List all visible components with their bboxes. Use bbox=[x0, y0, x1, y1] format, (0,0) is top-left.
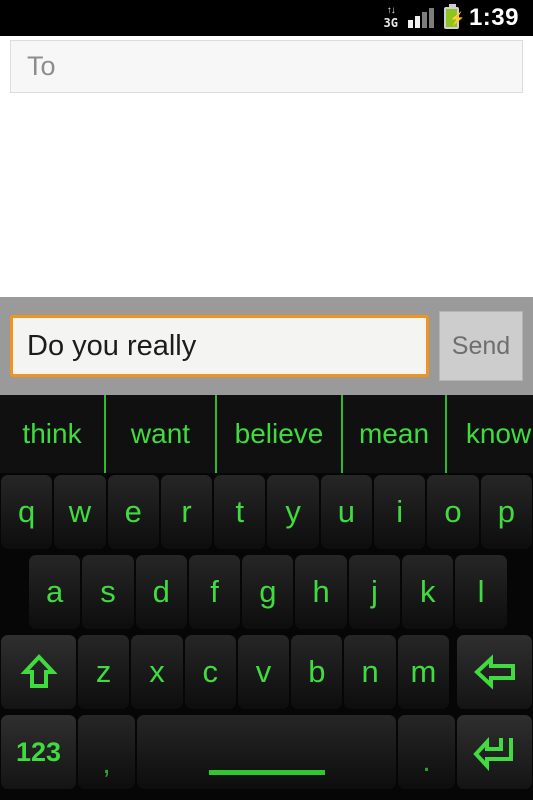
suggestion-know[interactable]: know bbox=[445, 395, 533, 473]
key-label: i bbox=[396, 494, 404, 529]
key-backspace[interactable] bbox=[457, 635, 532, 709]
key-period[interactable]: . bbox=[398, 715, 455, 789]
key-numbers-label: 123 bbox=[15, 736, 62, 767]
key-x[interactable]: x bbox=[131, 635, 183, 709]
send-button-label: Send bbox=[451, 331, 511, 360]
message-input-value: Do you really bbox=[27, 329, 197, 362]
key-label: e bbox=[124, 494, 142, 529]
key-h[interactable]: h bbox=[295, 555, 347, 629]
key-label: k bbox=[419, 574, 436, 609]
key-i[interactable]: i bbox=[374, 475, 426, 549]
key-label: v bbox=[255, 654, 272, 689]
to-placeholder: To bbox=[27, 51, 56, 81]
keyboard-row-3: z x c v bnm bbox=[0, 635, 533, 713]
key-n[interactable]: n bbox=[344, 635, 396, 709]
key-label: t bbox=[235, 494, 245, 529]
key-label: d bbox=[152, 574, 170, 609]
network-type-label: 3G bbox=[383, 16, 398, 30]
shift-arrow-up-icon bbox=[19, 654, 58, 688]
key-a[interactable]: a bbox=[29, 555, 81, 629]
key-label: b bbox=[308, 654, 326, 689]
key-j[interactable]: j bbox=[348, 555, 401, 629]
battery-charging-icon: ⚡ bbox=[443, 4, 465, 29]
battery-bolt-glyph: ⚡ bbox=[448, 11, 466, 26]
key-comma[interactable]: , bbox=[78, 715, 135, 789]
on-screen-keyboard: qwe r t y u i op a s d f gh j k l z x c v bnm 123 , . bbox=[0, 473, 533, 800]
message-input[interactable]: Do you really bbox=[10, 315, 429, 377]
key-shift[interactable] bbox=[1, 635, 76, 709]
key-l[interactable]: l bbox=[455, 555, 507, 629]
key-label: m bbox=[410, 654, 437, 689]
key-t[interactable]: t bbox=[214, 475, 266, 549]
key-label: j bbox=[370, 574, 378, 609]
key-q[interactable]: q bbox=[1, 475, 53, 549]
suggestion-label: believe bbox=[234, 418, 324, 449]
key-e[interactable]: e bbox=[107, 475, 159, 549]
phone-screen: ↑↓ 3G ⚡ 1:39 To Do you really Send think… bbox=[0, 0, 533, 800]
message-body-area: To bbox=[0, 36, 533, 297]
suggestion-think[interactable]: think bbox=[0, 395, 104, 473]
key-b[interactable]: b bbox=[291, 635, 343, 709]
clock-time: 1:39 bbox=[468, 4, 519, 31]
network-3g-icon: ↑↓ 3G bbox=[384, 6, 398, 30]
suggestion-mean[interactable]: mean bbox=[341, 395, 445, 473]
key-f[interactable]: f bbox=[188, 555, 241, 629]
suggestion-label: think bbox=[22, 418, 82, 449]
key-label: u bbox=[337, 494, 356, 529]
key-o[interactable]: o bbox=[427, 475, 479, 549]
key-label: h bbox=[312, 574, 330, 609]
key-y[interactable]: y bbox=[267, 475, 319, 549]
status-bar: ↑↓ 3G ⚡ 1:39 bbox=[0, 0, 533, 36]
key-label: p bbox=[497, 494, 515, 529]
keyboard-row-2: a s d f gh j k l bbox=[0, 555, 533, 633]
key-p[interactable]: p bbox=[480, 475, 532, 549]
keyboard-row-1: qwe r t y u i op bbox=[0, 475, 533, 553]
key-label: x bbox=[149, 654, 165, 689]
key-v[interactable]: v bbox=[237, 635, 290, 709]
suggestion-label: want bbox=[130, 418, 191, 449]
backspace-arrow-left-icon bbox=[473, 654, 515, 690]
key-g[interactable]: g bbox=[242, 555, 294, 629]
key-label: a bbox=[46, 574, 64, 609]
key-d[interactable]: d bbox=[135, 555, 187, 629]
key-label: w bbox=[68, 494, 92, 529]
key-s[interactable]: s bbox=[82, 555, 134, 629]
send-button[interactable]: Send bbox=[439, 311, 523, 381]
key-period-label: . bbox=[422, 745, 431, 778]
keyboard-row-4: 123 , . bbox=[0, 715, 533, 795]
key-c[interactable]: c bbox=[184, 635, 236, 709]
suggestion-label: mean bbox=[358, 418, 430, 449]
key-z[interactable]: z bbox=[78, 635, 130, 709]
key-label: r bbox=[181, 494, 192, 529]
suggestion-label: know bbox=[465, 418, 532, 449]
key-label: c bbox=[202, 654, 218, 689]
key-label: l bbox=[477, 574, 485, 609]
signal-bars-icon bbox=[407, 8, 434, 28]
key-label: f bbox=[210, 574, 219, 609]
key-w[interactable]: w bbox=[54, 475, 106, 549]
key-m[interactable]: m bbox=[397, 635, 450, 709]
key-label: y bbox=[285, 494, 301, 529]
recipient-to-field[interactable]: To bbox=[10, 40, 523, 93]
key-r[interactable]: r bbox=[160, 475, 213, 549]
spacebar-indicator bbox=[208, 770, 325, 775]
suggestion-believe[interactable]: believe bbox=[215, 395, 341, 473]
key-label: o bbox=[444, 494, 462, 529]
key-label: q bbox=[18, 494, 36, 529]
key-numbers[interactable]: 123 bbox=[1, 715, 76, 789]
key-k[interactable]: k bbox=[402, 555, 454, 629]
key-label: s bbox=[100, 574, 116, 609]
suggestion-want[interactable]: want bbox=[104, 395, 215, 473]
key-space[interactable] bbox=[137, 715, 396, 789]
key-label: n bbox=[361, 654, 379, 689]
word-suggestion-bar: think want believe mean know bbox=[0, 395, 533, 473]
key-u[interactable]: u bbox=[320, 475, 373, 549]
key-comma-label: , bbox=[102, 747, 111, 780]
key-label: g bbox=[259, 574, 277, 609]
enter-return-arrow-icon bbox=[472, 736, 513, 772]
key-label: z bbox=[95, 654, 112, 689]
compose-bar: Do you really Send bbox=[0, 297, 533, 395]
key-enter[interactable] bbox=[457, 715, 532, 789]
